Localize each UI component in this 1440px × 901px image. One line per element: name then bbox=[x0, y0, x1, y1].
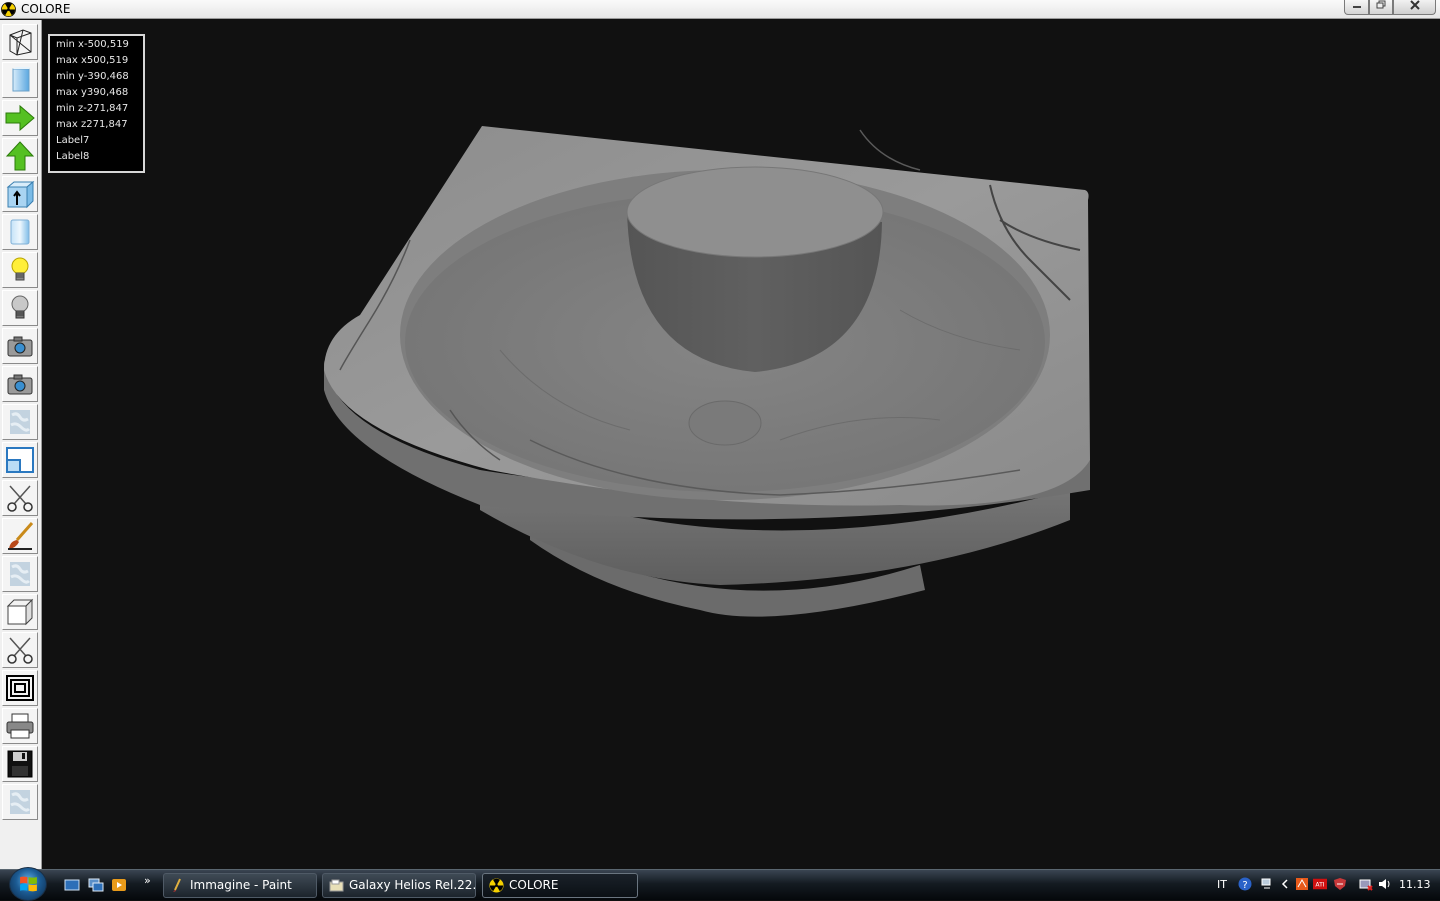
info-label8: Label8 bbox=[56, 151, 90, 162]
light-off-button[interactable] bbox=[2, 290, 38, 326]
arrow-right-icon bbox=[5, 104, 35, 132]
brush-button[interactable] bbox=[2, 518, 38, 554]
app-tray-icon[interactable] bbox=[1295, 877, 1309, 891]
clock[interactable]: 11.13 bbox=[1399, 878, 1431, 891]
security-shield-icon[interactable] bbox=[1333, 877, 1347, 891]
quicklaunch-more-icon[interactable]: » bbox=[144, 874, 151, 887]
camera-button[interactable] bbox=[2, 328, 38, 364]
window-title: COLORE bbox=[21, 2, 71, 16]
frames-icon bbox=[6, 675, 34, 701]
info-max-z: max z271,847 bbox=[56, 119, 128, 130]
taskbar: » Immagine - Paint Galaxy Helios Rel.22.… bbox=[0, 867, 1440, 901]
cylinder-icon bbox=[10, 219, 30, 245]
taskbar-item-galaxy-helios[interactable]: Galaxy Helios Rel.22... bbox=[322, 873, 476, 898]
texture-icon bbox=[10, 410, 31, 434]
svg-text:ATI: ATI bbox=[1315, 882, 1324, 889]
info-min-x: min x-500,519 bbox=[56, 39, 129, 50]
printer-icon bbox=[6, 713, 34, 739]
scissors-2-button[interactable] bbox=[2, 632, 38, 668]
switch-windows-icon[interactable] bbox=[88, 878, 104, 892]
taskbar-item-label: Galaxy Helios Rel.22... bbox=[349, 878, 476, 892]
cube-icon bbox=[6, 598, 34, 626]
solid-box-button[interactable] bbox=[2, 62, 38, 98]
info-max-x: max x500,519 bbox=[56, 55, 129, 66]
windows-logo-icon bbox=[20, 876, 37, 892]
bounds-info-box: min x-500,519 max x500,519 min y-390,468… bbox=[48, 34, 145, 173]
arrow-up-icon bbox=[5, 141, 35, 171]
help-icon[interactable]: ? bbox=[1238, 877, 1252, 891]
chevron-left-icon[interactable] bbox=[1278, 877, 1292, 891]
network-icon[interactable] bbox=[1260, 877, 1274, 891]
light-on-button[interactable] bbox=[2, 252, 38, 288]
maximize-button[interactable] bbox=[1369, 0, 1393, 15]
printer-button[interactable] bbox=[2, 708, 38, 744]
save-button[interactable] bbox=[2, 746, 38, 782]
close-icon bbox=[1409, 0, 1420, 10]
radiation-icon bbox=[489, 878, 504, 893]
minimize-icon bbox=[1352, 6, 1361, 8]
info-label7: Label7 bbox=[56, 135, 90, 146]
radiation-icon bbox=[1, 2, 16, 17]
folder-icon bbox=[329, 879, 344, 892]
start-button[interactable] bbox=[9, 867, 47, 901]
info-min-z: min z-271,847 bbox=[56, 103, 129, 114]
texture-3-button[interactable] bbox=[2, 784, 38, 820]
floppy-disk-icon bbox=[7, 750, 33, 778]
box-arrow-button[interactable] bbox=[2, 176, 38, 212]
minimize-button[interactable] bbox=[1344, 0, 1369, 15]
camera-2-icon bbox=[7, 374, 33, 395]
wireframe-button[interactable] bbox=[2, 24, 38, 60]
camera-icon bbox=[7, 336, 33, 357]
light-bulb-off-icon bbox=[11, 295, 29, 319]
window-split-button[interactable] bbox=[2, 442, 38, 478]
svg-text:?: ? bbox=[1242, 880, 1247, 891]
texture-button[interactable] bbox=[2, 404, 38, 440]
light-bulb-on-icon bbox=[11, 257, 29, 281]
info-min-y: min y-390,468 bbox=[56, 71, 129, 82]
scissors-2-icon bbox=[7, 637, 33, 664]
paint-icon bbox=[173, 878, 181, 892]
title-bar: COLORE bbox=[0, 0, 1440, 19]
arrow-right-button[interactable] bbox=[2, 100, 38, 136]
arrow-up-button[interactable] bbox=[2, 138, 38, 174]
brush-icon bbox=[8, 522, 34, 550]
scissors-button[interactable] bbox=[2, 480, 38, 516]
close-button[interactable] bbox=[1393, 0, 1436, 15]
taskbar-item-paint[interactable]: Immagine - Paint bbox=[163, 873, 317, 898]
camera-2-button[interactable] bbox=[2, 366, 38, 402]
texture-2-icon bbox=[10, 562, 31, 586]
texture-2-button[interactable] bbox=[2, 556, 38, 592]
frames-button[interactable] bbox=[2, 670, 38, 706]
window-split-icon bbox=[6, 447, 34, 473]
scissors-icon bbox=[7, 485, 33, 512]
solid-box-icon bbox=[12, 67, 31, 92]
wireframe-icon bbox=[9, 29, 32, 56]
cube-button[interactable] bbox=[2, 594, 38, 630]
info-max-y: max y390,468 bbox=[56, 87, 129, 98]
cylinder-button[interactable] bbox=[2, 214, 38, 250]
restore-icon bbox=[1376, 0, 1386, 9]
marble-sink-model bbox=[324, 126, 1090, 617]
volume-icon[interactable] bbox=[1378, 877, 1392, 891]
show-desktop-icon[interactable] bbox=[64, 878, 80, 892]
left-toolbar bbox=[0, 20, 42, 869]
taskbar-item-colore[interactable]: COLORE bbox=[482, 873, 638, 898]
texture-3-icon bbox=[10, 790, 31, 814]
taskbar-item-label: Immagine - Paint bbox=[190, 878, 292, 892]
taskbar-item-label: COLORE bbox=[509, 878, 559, 892]
ati-icon[interactable]: ATI bbox=[1313, 877, 1327, 891]
media-player-icon[interactable] bbox=[111, 878, 127, 892]
language-indicator[interactable]: IT bbox=[1217, 878, 1227, 891]
box-arrow-icon bbox=[6, 180, 35, 209]
device-icon[interactable] bbox=[1359, 877, 1373, 891]
